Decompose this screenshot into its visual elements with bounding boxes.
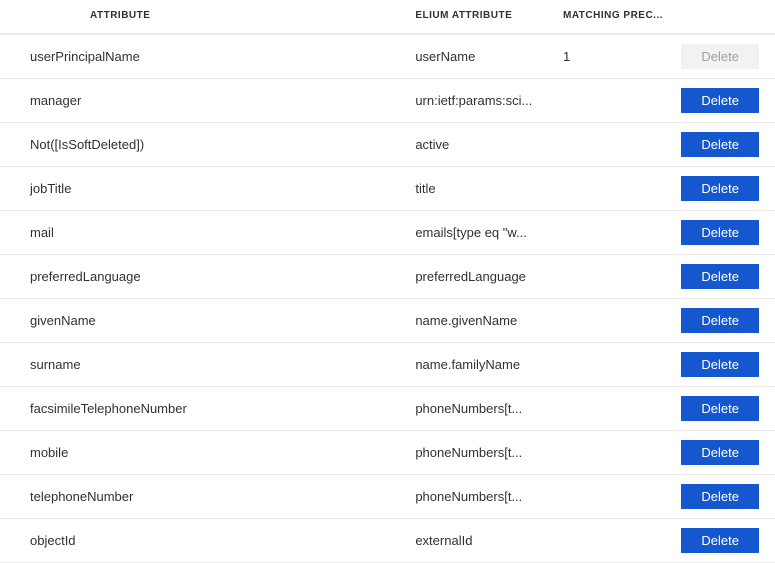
cell-attribute: jobTitle <box>0 167 407 211</box>
cell-attribute: mail <box>0 211 407 255</box>
cell-elium-attribute: name.givenName <box>407 299 555 343</box>
cell-attribute: givenName <box>0 299 407 343</box>
delete-button[interactable]: Delete <box>681 88 759 113</box>
cell-attribute: mobile <box>0 431 407 475</box>
cell-matching-precedence <box>555 431 673 475</box>
table-header-row: ATTRIBUTE ELIUM ATTRIBUTE MATCHING PREC.… <box>0 0 775 34</box>
cell-action: Delete <box>673 519 775 563</box>
table-row[interactable]: mobilephoneNumbers[t... Delete <box>0 431 775 475</box>
cell-matching-precedence <box>555 387 673 431</box>
table-row[interactable]: jobTitletitle Delete <box>0 167 775 211</box>
delete-button[interactable]: Delete <box>681 132 759 157</box>
cell-attribute: userPrincipalName <box>0 34 407 79</box>
cell-matching-precedence <box>555 211 673 255</box>
cell-matching-precedence: 1 <box>555 34 673 79</box>
delete-button[interactable]: Delete <box>681 528 759 553</box>
table-row[interactable]: mailemails[type eq "w... Delete <box>0 211 775 255</box>
cell-matching-precedence <box>555 79 673 123</box>
cell-attribute: surname <box>0 343 407 387</box>
cell-elium-attribute: userName <box>407 34 555 79</box>
cell-elium-attribute: phoneNumbers[t... <box>407 475 555 519</box>
cell-action: Delete <box>673 79 775 123</box>
cell-elium-attribute: emails[type eq "w... <box>407 211 555 255</box>
table-row[interactable]: Not([IsSoftDeleted])active Delete <box>0 123 775 167</box>
delete-button[interactable]: Delete <box>681 440 759 465</box>
cell-elium-attribute: externalId <box>407 519 555 563</box>
cell-attribute: preferredLanguage <box>0 255 407 299</box>
delete-button[interactable]: Delete <box>681 264 759 289</box>
cell-matching-precedence <box>555 255 673 299</box>
cell-action: Delete <box>673 475 775 519</box>
attribute-mapping-table: ATTRIBUTE ELIUM ATTRIBUTE MATCHING PREC.… <box>0 0 775 563</box>
delete-button: Delete <box>681 44 759 69</box>
cell-elium-attribute: name.familyName <box>407 343 555 387</box>
table-row[interactable]: givenNamename.givenName Delete <box>0 299 775 343</box>
cell-action: Delete <box>673 255 775 299</box>
cell-action: Delete <box>673 343 775 387</box>
cell-matching-precedence <box>555 475 673 519</box>
table-row[interactable]: surnamename.familyName Delete <box>0 343 775 387</box>
table-row[interactable]: objectIdexternalId Delete <box>0 519 775 563</box>
cell-matching-precedence <box>555 123 673 167</box>
cell-elium-attribute: phoneNumbers[t... <box>407 387 555 431</box>
table-row[interactable]: facsimileTelephoneNumberphoneNumbers[t..… <box>0 387 775 431</box>
cell-elium-attribute: title <box>407 167 555 211</box>
cell-matching-precedence <box>555 343 673 387</box>
cell-attribute: telephoneNumber <box>0 475 407 519</box>
table-row[interactable]: managerurn:ietf:params:sci... Delete <box>0 79 775 123</box>
cell-action: Delete <box>673 387 775 431</box>
cell-attribute: manager <box>0 79 407 123</box>
cell-action: Delete <box>673 299 775 343</box>
delete-button[interactable]: Delete <box>681 220 759 245</box>
cell-action: Delete <box>673 211 775 255</box>
cell-action: Delete <box>673 34 775 79</box>
cell-elium-attribute: urn:ietf:params:sci... <box>407 79 555 123</box>
delete-button[interactable]: Delete <box>681 308 759 333</box>
delete-button[interactable]: Delete <box>681 352 759 377</box>
table-row[interactable]: telephoneNumberphoneNumbers[t... Delete <box>0 475 775 519</box>
table-row[interactable]: userPrincipalNameuserName1 Delete <box>0 34 775 79</box>
header-attribute: ATTRIBUTE <box>0 0 407 34</box>
delete-button[interactable]: Delete <box>681 176 759 201</box>
cell-action: Delete <box>673 167 775 211</box>
table-row[interactable]: preferredLanguagepreferredLanguage Delete <box>0 255 775 299</box>
cell-matching-precedence <box>555 519 673 563</box>
cell-elium-attribute: preferredLanguage <box>407 255 555 299</box>
cell-action: Delete <box>673 431 775 475</box>
delete-button[interactable]: Delete <box>681 484 759 509</box>
header-elium-attribute: ELIUM ATTRIBUTE <box>407 0 555 34</box>
cell-attribute: objectId <box>0 519 407 563</box>
cell-attribute: facsimileTelephoneNumber <box>0 387 407 431</box>
delete-button[interactable]: Delete <box>681 396 759 421</box>
header-matching-precedence: MATCHING PREC... <box>555 0 673 34</box>
cell-attribute: Not([IsSoftDeleted]) <box>0 123 407 167</box>
cell-matching-precedence <box>555 299 673 343</box>
cell-elium-attribute: active <box>407 123 555 167</box>
cell-elium-attribute: phoneNumbers[t... <box>407 431 555 475</box>
header-action <box>673 0 775 34</box>
cell-matching-precedence <box>555 167 673 211</box>
cell-action: Delete <box>673 123 775 167</box>
